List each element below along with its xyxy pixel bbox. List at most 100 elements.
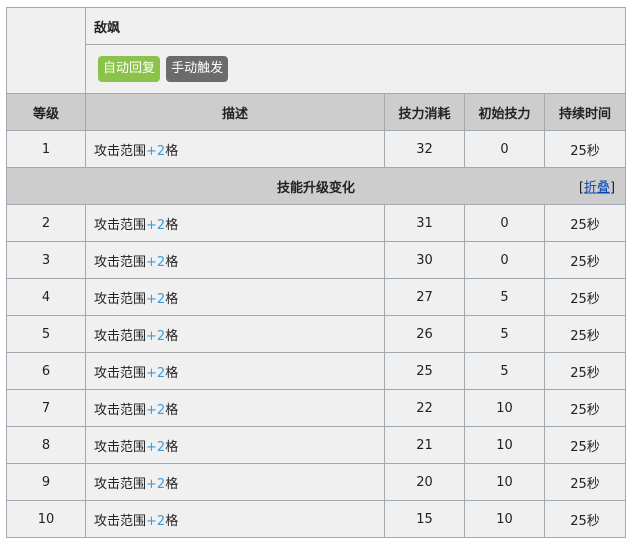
description-cell: 攻击范围+2格 <box>85 241 385 279</box>
description-value: +2 <box>146 365 166 381</box>
description-value: +2 <box>146 254 166 270</box>
sp-cost-cell: 25 <box>384 352 465 390</box>
description-cell: 攻击范围+2格 <box>85 315 385 353</box>
description-text: 攻击范围 <box>94 365 147 381</box>
level-cell: 9 <box>6 463 86 501</box>
header-level: 等级 <box>6 93 86 131</box>
initial-sp-cell: 0 <box>464 204 545 242</box>
sp-cost-cell: 30 <box>384 241 465 279</box>
header-sp-cost: 技力消耗 <box>384 93 465 131</box>
table-row: 8 攻击范围+2格 21 10 25秒 <box>6 426 627 464</box>
level-cell: 6 <box>6 352 86 390</box>
description-text: 攻击范围 <box>94 476 147 492</box>
initial-sp-cell: 10 <box>464 426 545 464</box>
description-cell: 攻击范围+2格 <box>85 426 385 464</box>
level-cell: 3 <box>6 241 86 279</box>
skill-tags: 自动回复 手动触发 <box>84 44 627 94</box>
description-suffix: 格 <box>165 254 179 270</box>
description-suffix: 格 <box>165 402 179 418</box>
table-row: 9 攻击范围+2格 20 10 25秒 <box>6 463 627 501</box>
level-cell: 5 <box>6 315 86 353</box>
description-value: +2 <box>146 217 166 233</box>
description-value: +2 <box>146 143 166 159</box>
tag-auto-recovery: 自动回复 <box>98 56 161 82</box>
description-suffix: 格 <box>165 476 179 492</box>
description-cell: 攻击范围+2格 <box>85 204 385 242</box>
collapse-bracket-close: ] <box>609 180 616 196</box>
description-text: 攻击范围 <box>94 402 147 418</box>
description-value: +2 <box>146 291 166 307</box>
duration-cell: 25秒 <box>543 130 627 168</box>
header-duration: 持续时间 <box>543 93 627 131</box>
table-header-row: 等级 描述 技力消耗 初始技力 持续时间 <box>6 93 627 131</box>
description-suffix: 格 <box>165 513 179 529</box>
description-value: +2 <box>146 328 166 344</box>
sp-cost-cell: 31 <box>384 204 465 242</box>
description-text: 攻击范围 <box>94 439 147 455</box>
duration-cell: 25秒 <box>543 389 627 427</box>
duration-cell: 25秒 <box>543 241 627 279</box>
initial-sp-cell: 10 <box>464 463 545 501</box>
table-row: 2 攻击范围+2格 31 0 25秒 <box>6 204 627 242</box>
duration-cell: 25秒 <box>543 426 627 464</box>
description-text: 攻击范围 <box>94 254 147 270</box>
upgrade-section-row: 技能升级变化 [折叠] <box>5 167 627 205</box>
initial-sp-cell: 5 <box>464 278 545 316</box>
skill-table: 敌飒 自动回复 手动触发 等级 描述 技力消耗 初始技力 持续时间 1 攻击范围+… <box>5 7 627 538</box>
description-suffix: 格 <box>165 291 179 307</box>
description-value: +2 <box>146 513 166 529</box>
duration-cell: 25秒 <box>543 463 627 501</box>
description-suffix: 格 <box>165 328 179 344</box>
description-cell: 攻击范围+2格 <box>85 352 385 390</box>
table-row: 10 攻击范围+2格 15 10 25秒 <box>6 500 627 538</box>
description-text: 攻击范围 <box>94 513 147 529</box>
table-row: 3 攻击范围+2格 30 0 25秒 <box>6 241 627 279</box>
description-suffix: 格 <box>165 439 179 455</box>
description-text: 攻击范围 <box>94 291 147 307</box>
collapse-toggle: [折叠] <box>579 177 615 196</box>
description-text: 攻击范围 <box>94 328 147 344</box>
initial-sp-cell: 10 <box>464 500 545 538</box>
description-value: +2 <box>146 439 166 455</box>
upgrade-section-header: 技能升级变化 [折叠] <box>5 167 627 205</box>
description-suffix: 格 <box>165 365 179 381</box>
duration-cell: 25秒 <box>543 315 627 353</box>
level-cell: 10 <box>6 500 86 538</box>
sp-cost-cell: 27 <box>384 278 465 316</box>
initial-sp-cell: 5 <box>464 315 545 353</box>
duration-cell: 25秒 <box>543 500 627 538</box>
initial-sp-cell: 0 <box>464 241 545 279</box>
duration-cell: 25秒 <box>543 278 627 316</box>
table-row: 7 攻击范围+2格 22 10 25秒 <box>6 389 627 427</box>
duration-cell: 25秒 <box>543 352 627 390</box>
description-value: +2 <box>146 476 166 492</box>
description-value: +2 <box>146 402 166 418</box>
header-initial-sp: 初始技力 <box>464 93 545 131</box>
upgrade-label: 技能升级变化 <box>277 180 356 196</box>
level-cell: 8 <box>6 426 86 464</box>
sp-cost-cell: 22 <box>384 389 465 427</box>
collapse-link[interactable]: 折叠 <box>584 181 610 196</box>
sp-cost-cell: 20 <box>384 463 465 501</box>
description-cell: 攻击范围+2格 <box>85 130 385 168</box>
description-suffix: 格 <box>165 217 179 233</box>
duration-cell: 25秒 <box>543 204 627 242</box>
sp-cost-cell: 15 <box>384 500 465 538</box>
description-cell: 攻击范围+2格 <box>85 389 385 427</box>
description-text: 攻击范围 <box>94 143 147 159</box>
skill-icon-cell <box>6 7 86 94</box>
skill-name: 敌飒 <box>84 7 627 45</box>
table-row: 1 攻击范围+2格 32 0 25秒 <box>6 130 627 168</box>
level-cell: 4 <box>6 278 86 316</box>
description-cell: 攻击范围+2格 <box>85 463 385 501</box>
sp-cost-cell: 32 <box>384 130 465 168</box>
level-cell: 2 <box>6 204 86 242</box>
header-description: 描述 <box>85 93 385 131</box>
description-text: 攻击范围 <box>94 217 147 233</box>
table-row: 4 攻击范围+2格 27 5 25秒 <box>6 278 627 316</box>
initial-sp-cell: 0 <box>464 130 545 168</box>
level-cell: 1 <box>6 130 86 168</box>
level-cell: 7 <box>6 389 86 427</box>
tag-manual-trigger: 手动触发 <box>166 56 229 82</box>
description-suffix: 格 <box>165 143 179 159</box>
